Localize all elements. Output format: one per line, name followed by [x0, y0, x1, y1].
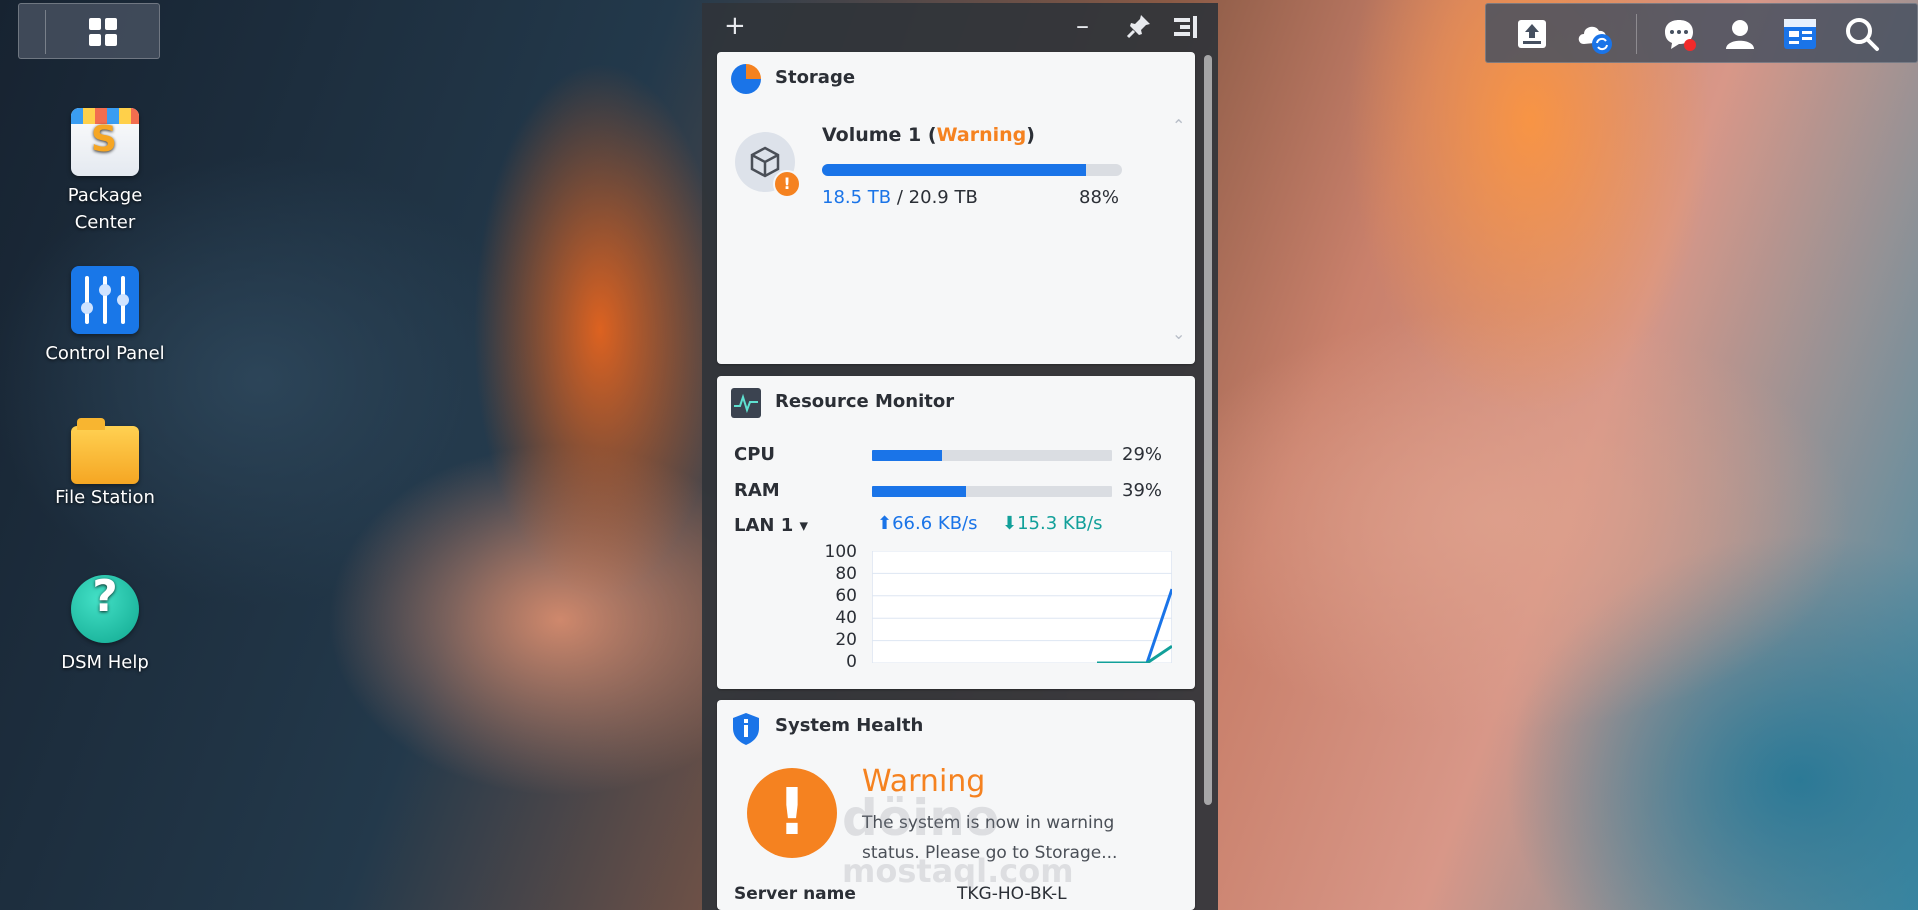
volume-usage-bar — [822, 164, 1122, 176]
lan-selector[interactable]: LAN 1 ▼ — [734, 515, 808, 536]
network-chart — [872, 551, 1172, 663]
volume-usage-percent: 88% — [1079, 187, 1120, 208]
arrow-down-icon: ⬇ — [1002, 513, 1018, 534]
y-tick-label: 0 — [846, 652, 857, 672]
resource-monitor-icon — [731, 388, 761, 418]
volume-status: Warning — [936, 124, 1027, 146]
user-icon[interactable] — [1722, 16, 1758, 52]
resource-monitor-widget: Resource Monitor CPU 29% RAM 39% LAN 1 ▼… — [717, 376, 1195, 689]
warning-icon: ! — [747, 768, 837, 858]
cpu-usage-bar — [872, 450, 1112, 461]
file-station-icon — [71, 418, 139, 484]
widgets-toolbar: + – — [702, 3, 1218, 49]
widgets-icon[interactable] — [1782, 16, 1818, 52]
cloud-sync-icon[interactable] — [1574, 16, 1614, 54]
divider — [1636, 14, 1637, 54]
cpu-percent: 29% — [1122, 444, 1163, 465]
y-tick-label: 60 — [835, 586, 857, 606]
divider — [45, 10, 46, 54]
desktop-icon-label: Package Center — [67, 185, 143, 233]
ram-label: RAM — [734, 480, 780, 501]
upload-icon[interactable] — [1514, 16, 1550, 52]
taskbar-tray — [1485, 3, 1918, 63]
ram-percent: 39% — [1122, 480, 1163, 501]
scroll-up-icon[interactable]: ⌃ — [1172, 116, 1185, 135]
resource-monitor-title: Resource Monitor — [775, 391, 955, 412]
storage-widget: Storage ! Volume 1 (Warning) 18.5 TB / 2… — [717, 52, 1195, 364]
desktop-icon-package-center[interactable]: S Package Center — [20, 108, 190, 236]
upload-speed: ⬆66.6 KB/s — [877, 513, 978, 534]
system-health-widget: System Health ! Warning The system is no… — [717, 700, 1195, 910]
health-message[interactable]: The system is now in warning status. Ple… — [862, 808, 1162, 868]
collapse-panel-icon[interactable] — [1172, 15, 1200, 46]
pin-icon[interactable] — [1126, 13, 1152, 46]
chart-plot-area — [872, 551, 1172, 663]
desktop-icon-label: File Station — [55, 487, 155, 508]
add-widget-button[interactable]: + — [724, 11, 746, 41]
volume-title[interactable]: Volume 1 (Warning) — [822, 124, 1035, 146]
dsm-help-icon: ? — [71, 575, 139, 643]
scroll-down-icon[interactable]: ⌄ — [1172, 324, 1185, 343]
health-status: Warning — [862, 764, 986, 799]
storage-pie-icon — [731, 64, 761, 94]
ram-usage-bar — [872, 486, 1112, 497]
y-tick-label: 100 — [824, 542, 857, 562]
y-tick-label: 20 — [835, 630, 857, 650]
storage-title: Storage — [775, 67, 856, 88]
arrow-up-icon: ⬆ — [877, 513, 893, 534]
package-center-icon: S — [71, 108, 139, 176]
download-speed: ⬇15.3 KB/s — [1002, 513, 1103, 534]
panel-scrollbar[interactable] — [1204, 55, 1212, 805]
chevron-down-icon: ▼ — [799, 519, 809, 533]
control-panel-icon — [71, 266, 139, 334]
y-tick-label: 40 — [835, 608, 857, 628]
desktop-icon-label: DSM Help — [61, 652, 149, 673]
volume-warning-icon: ! — [773, 170, 801, 198]
desktop-icon-control-panel[interactable]: Control Panel — [20, 266, 190, 367]
notifications-icon[interactable] — [1661, 16, 1697, 52]
show-desktop-button[interactable] — [18, 3, 160, 59]
y-tick-label: 80 — [835, 564, 857, 584]
cpu-label: CPU — [734, 444, 776, 465]
desktop-icon-label: Control Panel — [45, 343, 165, 364]
volume-usage-text: 18.5 TB / 20.9 TB — [822, 187, 978, 208]
server-name-label: Server name — [734, 884, 856, 904]
main-menu-icon[interactable] — [89, 18, 117, 46]
desktop-icon-dsm-help[interactable]: ? DSM Help — [20, 575, 190, 676]
server-name-value: TKG-HO-BK-L — [957, 884, 1067, 904]
system-health-title: System Health — [775, 715, 924, 736]
widgets-panel: + – Storage ! Volume 1 (Warning) 18.5 TB… — [702, 3, 1218, 910]
search-icon[interactable] — [1844, 16, 1880, 52]
minimize-button[interactable]: – — [1076, 11, 1089, 41]
desktop-icon-file-station[interactable]: File Station — [20, 418, 190, 511]
info-shield-icon — [731, 712, 761, 745]
